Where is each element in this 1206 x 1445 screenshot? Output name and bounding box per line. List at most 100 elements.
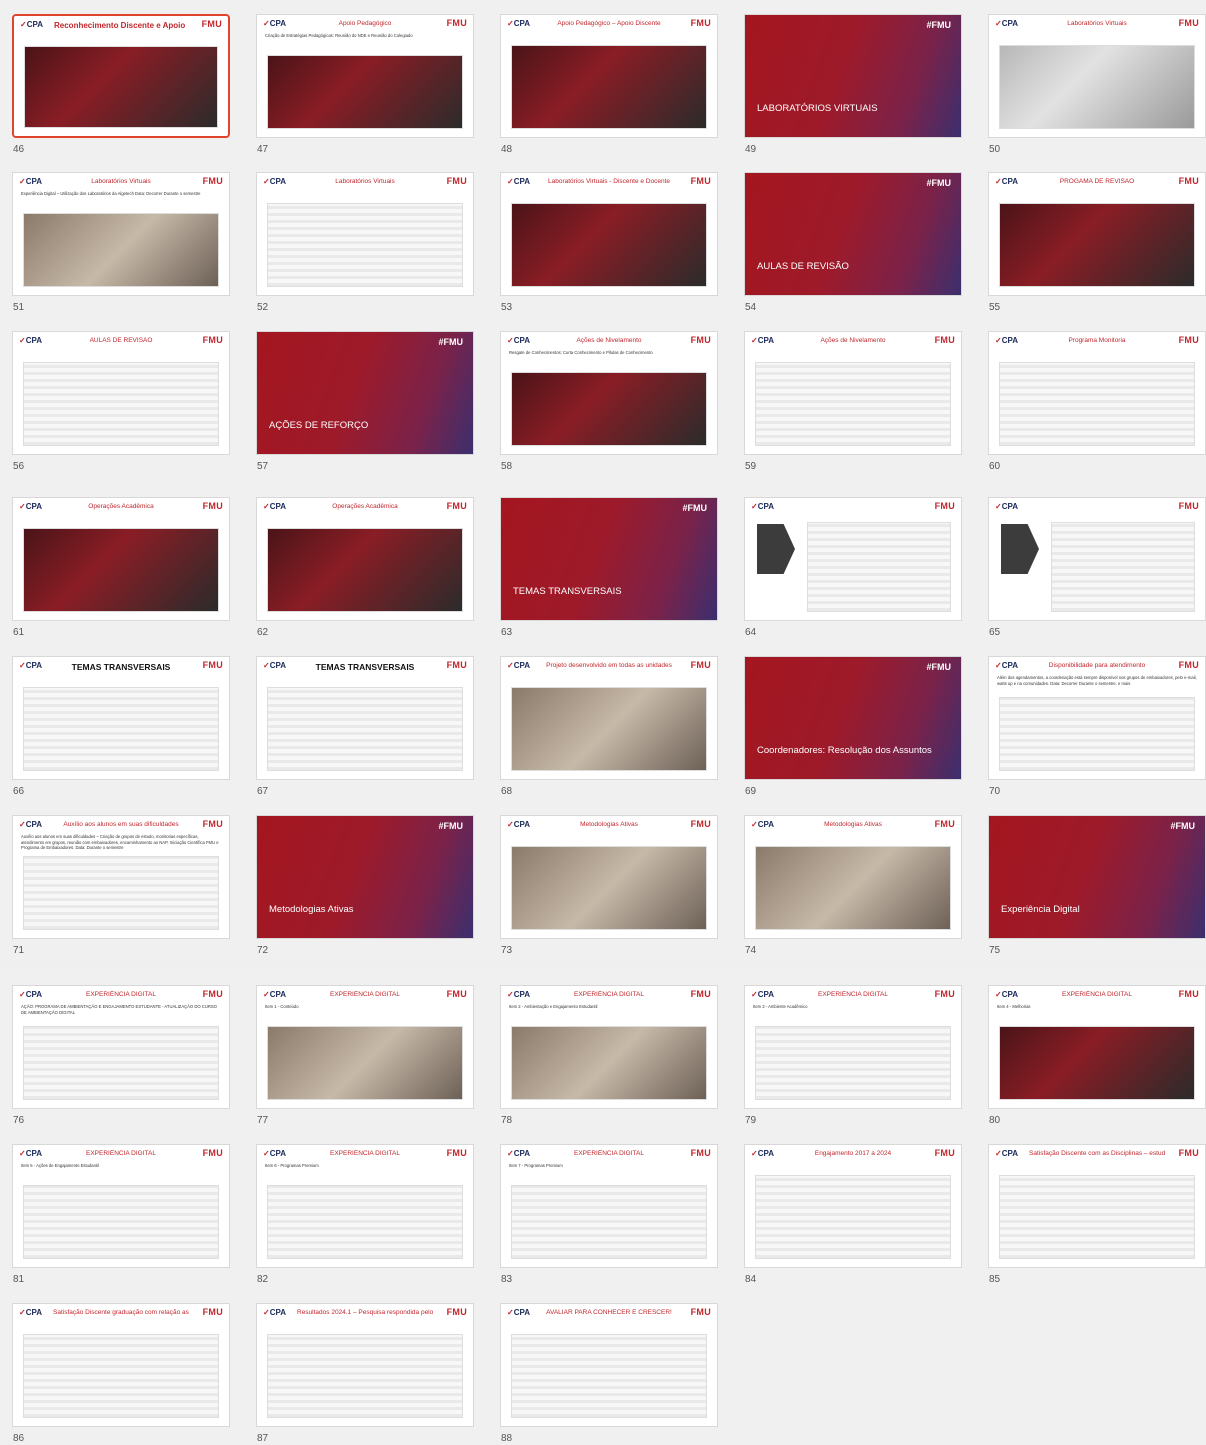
brand-hashtag: #FMU	[438, 337, 464, 347]
slide-thumbnail[interactable]: #FMU Metodologias Ativas	[256, 815, 474, 939]
slide-thumbnail[interactable]: ✓CPA FMU Satisfação Discente graduação com…	[12, 1303, 230, 1427]
slide-thumbnail[interactable]: ✓CPA FMU Disponibilidade para atendimento A…	[988, 656, 1206, 780]
slide-thumbnail[interactable]: ✓CPA FMU Auxílio aos alunos em suas dificu…	[12, 815, 230, 939]
slide-image	[23, 856, 219, 930]
slide-number: 77	[257, 1115, 269, 1126]
fmu-logo: FMU	[202, 1307, 223, 1317]
slide-image	[23, 362, 219, 446]
slide-number: 68	[501, 786, 513, 797]
slide-thumbnail[interactable]: ✓CPA FMU Engajamento 2017 a 2024	[744, 1144, 962, 1268]
slide-thumbnail[interactable]: ✓CPA FMU TEMAS TRANSVERSAIS	[256, 656, 474, 780]
slide-number: 51	[13, 302, 25, 313]
slide-title: Programa Monitoria	[1068, 337, 1126, 344]
fmu-logo: FMU	[446, 1148, 467, 1158]
slide-thumbnail[interactable]: ✓CPA FMU Operações Acadêmica	[12, 497, 230, 621]
slide-thumbnail[interactable]: ✓CPA FMU Ações de Nivelamento Resgate de Co…	[500, 331, 718, 455]
slide-title: Satisfação Discente graduação com relaçã…	[53, 1309, 189, 1316]
fmu-logo: FMU	[202, 1148, 223, 1158]
slide-thumbnail[interactable]: ✓CPA FMU TEMAS TRANSVERSAIS	[12, 656, 230, 780]
slide-thumbnail-cell: ✓CPA FMU Apoio Pedagógico – Apoio Discente…	[500, 14, 731, 172]
slide-thumbnail-cell: ✓CPA FMU Apoio Pedagógico Criação de Estrat…	[256, 14, 487, 172]
slide-thumbnail[interactable]: ✓CPA FMU	[988, 497, 1206, 621]
slide-thumbnail-cell: ✓CPA FMU EXPERIÊNCIA DIGITAL Item 6 - Progr…	[256, 1144, 487, 1302]
slide-thumbnail[interactable]: ✓CPA FMU Resultados 2024.1 – Pesquisa resp…	[256, 1303, 474, 1427]
slide-thumbnail[interactable]: ✓CPA FMU Programa Monitoria	[988, 331, 1206, 455]
slide-thumbnail[interactable]: #FMU TEMAS TRANSVERSAIS	[500, 497, 718, 621]
brand-hashtag: #FMU	[926, 662, 952, 672]
slide-title: Resultados 2024.1 – Pesquisa respondida …	[297, 1309, 433, 1316]
slide-title: EXPERIÊNCIA DIGITAL	[330, 1150, 400, 1157]
fmu-logo: FMU	[1178, 1148, 1199, 1158]
slide-thumbnail[interactable]: #FMU LABORATÓRIOS VIRTUAIS	[744, 14, 962, 138]
slide-title: Operações Acadêmica	[332, 503, 398, 510]
slide-thumbnail[interactable]: #FMU Experiência Digital	[988, 815, 1206, 939]
brand-hashtag: #FMU	[1170, 821, 1196, 831]
slide-thumbnail[interactable]: ✓CPA FMU Apoio Pedagógico – Apoio Discente	[500, 14, 718, 138]
slide-image	[511, 45, 707, 129]
slide-thumbnail[interactable]: ✓CPA FMU Operações Acadêmica	[256, 497, 474, 621]
slide-title: Laboratórios Virtuais	[335, 178, 395, 185]
fmu-logo: FMU	[202, 660, 223, 670]
slide-thumbnail[interactable]: ✓CPA FMU Metodologias Ativas	[500, 815, 718, 939]
slide-thumbnail[interactable]: ✓CPA FMU Projeto desenvolvido em todas as …	[500, 656, 718, 780]
slide-number: 55	[989, 302, 1001, 313]
fmu-logo: FMU	[1178, 335, 1199, 345]
slide-thumbnail[interactable]: ✓CPA FMU EXPERIÊNCIA DIGITAL Item 3 - Ambie…	[744, 985, 962, 1109]
slide-subtitle: Item 2 - Ambientação e Engajamento Estud…	[509, 1004, 598, 1009]
slide-number: 72	[257, 945, 269, 956]
slide-title: TEMAS TRANSVERSAIS	[315, 662, 415, 672]
slide-thumbnail[interactable]: ✓CPA FMU AVALIAR PARA CONHECER E CRESCER!	[500, 1303, 718, 1427]
slide-number: 73	[501, 945, 513, 956]
slide-thumbnail[interactable]: ✓CPA FMU Satisfação Discente com as Discip…	[988, 1144, 1206, 1268]
slide-thumbnail[interactable]: ✓CPA FMU	[744, 497, 962, 621]
slide-thumbnail[interactable]: ✓CPA FMU EXPERIÊNCIA DIGITAL Item 1 - Conte…	[256, 985, 474, 1109]
fmu-logo: FMU	[690, 1148, 711, 1158]
slide-thumbnail-cell: ✓CPA FMU Engajamento 2017 a 2024 84	[744, 1144, 975, 1302]
slide-thumbnail[interactable]: ✓CPA FMU EXPERIÊNCIA DIGITAL Item 4 - Melho…	[988, 985, 1206, 1109]
slide-thumbnail[interactable]: ✓CPA FMU Laboratórios Virtuais Experiência …	[12, 172, 230, 296]
cpa-logo: ✓CPA	[263, 990, 286, 999]
slide-thumbnail[interactable]: ✓CPA FMU Metodologias Ativas	[744, 815, 962, 939]
fmu-logo: FMU	[201, 19, 222, 29]
slide-thumbnail[interactable]: ✓CPA FMU Apoio Pedagógico Criação de Estrat…	[256, 14, 474, 138]
slide-thumbnail-cell: #FMU AÇÕES DE REFORÇO 57	[256, 331, 487, 489]
slide-thumbnail[interactable]: ✓CPA FMU Laboratórios Virtuais - Discente …	[500, 172, 718, 296]
slide-thumbnail[interactable]: ✓CPA FMU EXPERIÊNCIA DIGITAL Item 6 - Progr…	[256, 1144, 474, 1268]
cpa-logo: ✓CPA	[995, 1149, 1018, 1158]
cpa-logo: ✓CPA	[995, 336, 1018, 345]
slide-title: EXPERIÊNCIA DIGITAL	[86, 991, 156, 998]
slide-thumbnail[interactable]: ✓CPA FMU Ações de Nivelamento	[744, 331, 962, 455]
slide-number: 65	[989, 627, 1001, 638]
slide-thumbnail-cell: ✓CPA FMU Satisfação Discente com as Discip…	[988, 1144, 1206, 1302]
slide-thumbnail-cell: ✓CPA FMU Satisfação Discente graduação com…	[12, 1303, 243, 1445]
slide-title: Laboratórios Virtuais - Discente e Docen…	[548, 178, 670, 185]
slide-thumbnail[interactable]: ✓CPA FMU AULAS DE REVISÃO	[12, 331, 230, 455]
cpa-logo: ✓CPA	[263, 502, 286, 511]
slide-image	[999, 1026, 1195, 1100]
slide-thumbnail[interactable]: #FMU AULAS DE REVISÃO	[744, 172, 962, 296]
slide-thumbnail[interactable]: #FMU Coordenadores: Resolução dos Assunto…	[744, 656, 962, 780]
slide-thumbnail-cell: ✓CPA FMU Laboratórios Virtuais Experiência …	[12, 172, 243, 330]
cpa-logo: ✓CPA	[995, 990, 1018, 999]
cpa-logo: ✓CPA	[19, 990, 42, 999]
slide-thumbnail[interactable]: #FMU AÇÕES DE REFORÇO	[256, 331, 474, 455]
slide-title: Laboratórios Virtuais	[1067, 20, 1127, 27]
slide-thumbnail[interactable]: ✓CPA FMU EXPERIÊNCIA DIGITAL Item 2 - Ambie…	[500, 985, 718, 1109]
slide-image	[999, 45, 1195, 129]
slide-thumbnail[interactable]: ✓CPA FMU Laboratórios Virtuais	[256, 172, 474, 296]
slide-thumbnail[interactable]: ✓CPA FMU EXPERIÊNCIA DIGITAL Item 7 - Progr…	[500, 1144, 718, 1268]
fmu-logo: FMU	[446, 501, 467, 511]
slide-thumbnail-cell: ✓CPA FMU Reconhecimento Discente e Apoio P…	[12, 14, 243, 172]
slide-thumbnail[interactable]: ✓CPA FMU Reconhecimento Discente e Apoio P…	[12, 14, 230, 138]
slide-thumbnail[interactable]: ✓CPA FMU PROGAMA DE REVISÃO	[988, 172, 1206, 296]
slide-thumbnail[interactable]: ✓CPA FMU EXPERIÊNCIA DIGITAL Item 5 - Ações…	[12, 1144, 230, 1268]
brand-hashtag: #FMU	[926, 20, 952, 30]
slide-thumbnail-cell: ✓CPA FMU Metodologias Ativas 73	[500, 815, 731, 973]
slide-image	[267, 687, 463, 771]
slide-number: 50	[989, 144, 1001, 155]
slide-thumbnail-cell: #FMU Experiência Digital 75	[988, 815, 1206, 973]
slide-thumbnail[interactable]: ✓CPA FMU Laboratórios Virtuais	[988, 14, 1206, 138]
fmu-logo: FMU	[1178, 989, 1199, 999]
slide-title: Ações de Nivelamento	[576, 337, 642, 344]
slide-thumbnail[interactable]: ✓CPA FMU EXPERIÊNCIA DIGITAL AÇÃO: PROGRAMA…	[12, 985, 230, 1109]
